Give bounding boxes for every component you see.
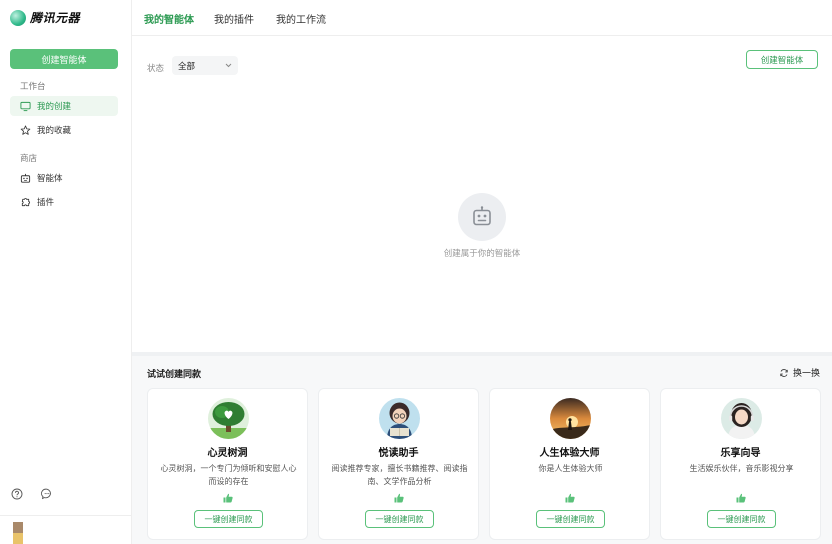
sidebar-item-my-favorites[interactable]: 我的收藏	[10, 120, 118, 140]
help-icon[interactable]	[11, 488, 23, 500]
sidebar-item-label: 智能体	[37, 173, 63, 183]
sidebar-item-plugins[interactable]: 插件	[10, 192, 118, 212]
refresh-suggestions-button[interactable]: 换一换	[779, 366, 820, 379]
thumbs-up-icon[interactable]	[735, 492, 747, 504]
agent-name: 悦读助手	[378, 448, 419, 459]
suggestions-title: 试试创建同款	[147, 369, 202, 379]
section-label-store: 商店	[20, 153, 38, 163]
empty-state-robot-icon	[458, 193, 506, 241]
sidebar-item-label: 我的创建	[37, 101, 72, 111]
chevron-down-icon	[225, 63, 232, 68]
create-same-button[interactable]: 一键创建同款	[707, 510, 776, 528]
logo-icon	[10, 9, 26, 26]
refresh-label: 换一换	[793, 368, 821, 378]
status-filter-select[interactable]: 全部	[172, 56, 238, 75]
create-same-button[interactable]: 一键创建同款	[536, 510, 605, 528]
agent-name: 人生体验大师	[539, 448, 600, 459]
sidebar-item-label: 我的收藏	[37, 125, 72, 135]
thumbs-up-icon[interactable]	[393, 492, 405, 504]
sidebar: 腾讯元器 创建智能体 工作台 我的创建 我的收藏 商店 智能体 插件	[0, 0, 132, 544]
suggestion-card[interactable]: 乐享向导 生活娱乐伙伴，音乐影视分享 一键创建同款	[660, 388, 821, 540]
sidebar-create-agent-button[interactable]: 创建智能体	[10, 49, 118, 69]
suggestion-card[interactable]: 悦读助手 阅读推荐专家，擅长书籍推荐、阅读指南、文学作品分析 一键创建同款	[318, 388, 479, 540]
monitor-icon	[20, 101, 31, 111]
suggestion-card[interactable]: 人生体验大师 你是人生体验大师 一键创建同款	[489, 388, 650, 540]
tab-my-plugins[interactable]: 我的插件	[214, 11, 254, 26]
puzzle-icon	[21, 197, 31, 206]
sidebar-item-label: 插件	[37, 197, 55, 207]
agent-description: 心灵树洞，一个专门为倾听和安慰人心而设的存在	[160, 464, 297, 486]
empty-state-text: 创建属于你的智能体	[443, 248, 521, 258]
refresh-icon	[780, 368, 788, 377]
app-name: 腾讯元器	[30, 11, 81, 25]
thumbs-up-icon[interactable]	[222, 492, 234, 504]
create-same-button[interactable]: 一键创建同款	[365, 510, 434, 528]
agent-name: 心灵树洞	[207, 448, 248, 459]
create-same-button[interactable]: 一键创建同款	[194, 510, 263, 528]
top-tab-bar: 我的智能体 我的插件 我的工作流	[132, 0, 832, 36]
robot-icon	[20, 173, 31, 183]
agent-description: 生活娱乐伙伴，音乐影视分享	[689, 464, 794, 473]
sidebar-item-agents[interactable]: 智能体	[10, 168, 118, 188]
star-icon	[20, 125, 31, 135]
agent-avatar-reader	[379, 398, 420, 439]
tab-my-agents[interactable]: 我的智能体	[144, 11, 194, 26]
user-avatar[interactable]	[13, 522, 23, 544]
tab-my-workflows[interactable]: 我的工作流	[276, 11, 326, 26]
agent-description: 你是人生体验大师	[538, 464, 603, 473]
agent-name: 乐享向导	[720, 448, 761, 459]
status-filter-label: 状态	[147, 63, 165, 73]
sidebar-divider	[0, 515, 132, 516]
agent-avatar-music	[721, 398, 762, 439]
status-filter-value: 全部	[178, 60, 196, 71]
thumbs-up-icon[interactable]	[564, 492, 576, 504]
chat-icon[interactable]	[41, 488, 53, 500]
agents-panel: 状态 全部 创建智能体 创建属于你的智能体	[132, 36, 832, 352]
agent-description: 阅读推荐专家，擅长书籍推荐、阅读指南、文学作品分析	[331, 464, 468, 486]
sidebar-item-my-creations[interactable]: 我的创建	[10, 96, 118, 116]
agent-avatar-tree	[208, 398, 249, 439]
suggestion-card[interactable]: 心灵树洞 心灵树洞，一个专门为倾听和安慰人心而设的存在 一键创建同款	[147, 388, 308, 540]
app-logo[interactable]: 腾讯元器	[10, 9, 80, 26]
create-agent-button[interactable]: 创建智能体	[746, 50, 818, 69]
suggestions-section: 试试创建同款 换一换 心灵树洞 心灵树洞，一个专门为倾听和安慰人心而设的存在 一…	[132, 356, 832, 544]
agent-avatar-sunset	[550, 398, 591, 439]
section-label-workspace: 工作台	[20, 81, 46, 91]
